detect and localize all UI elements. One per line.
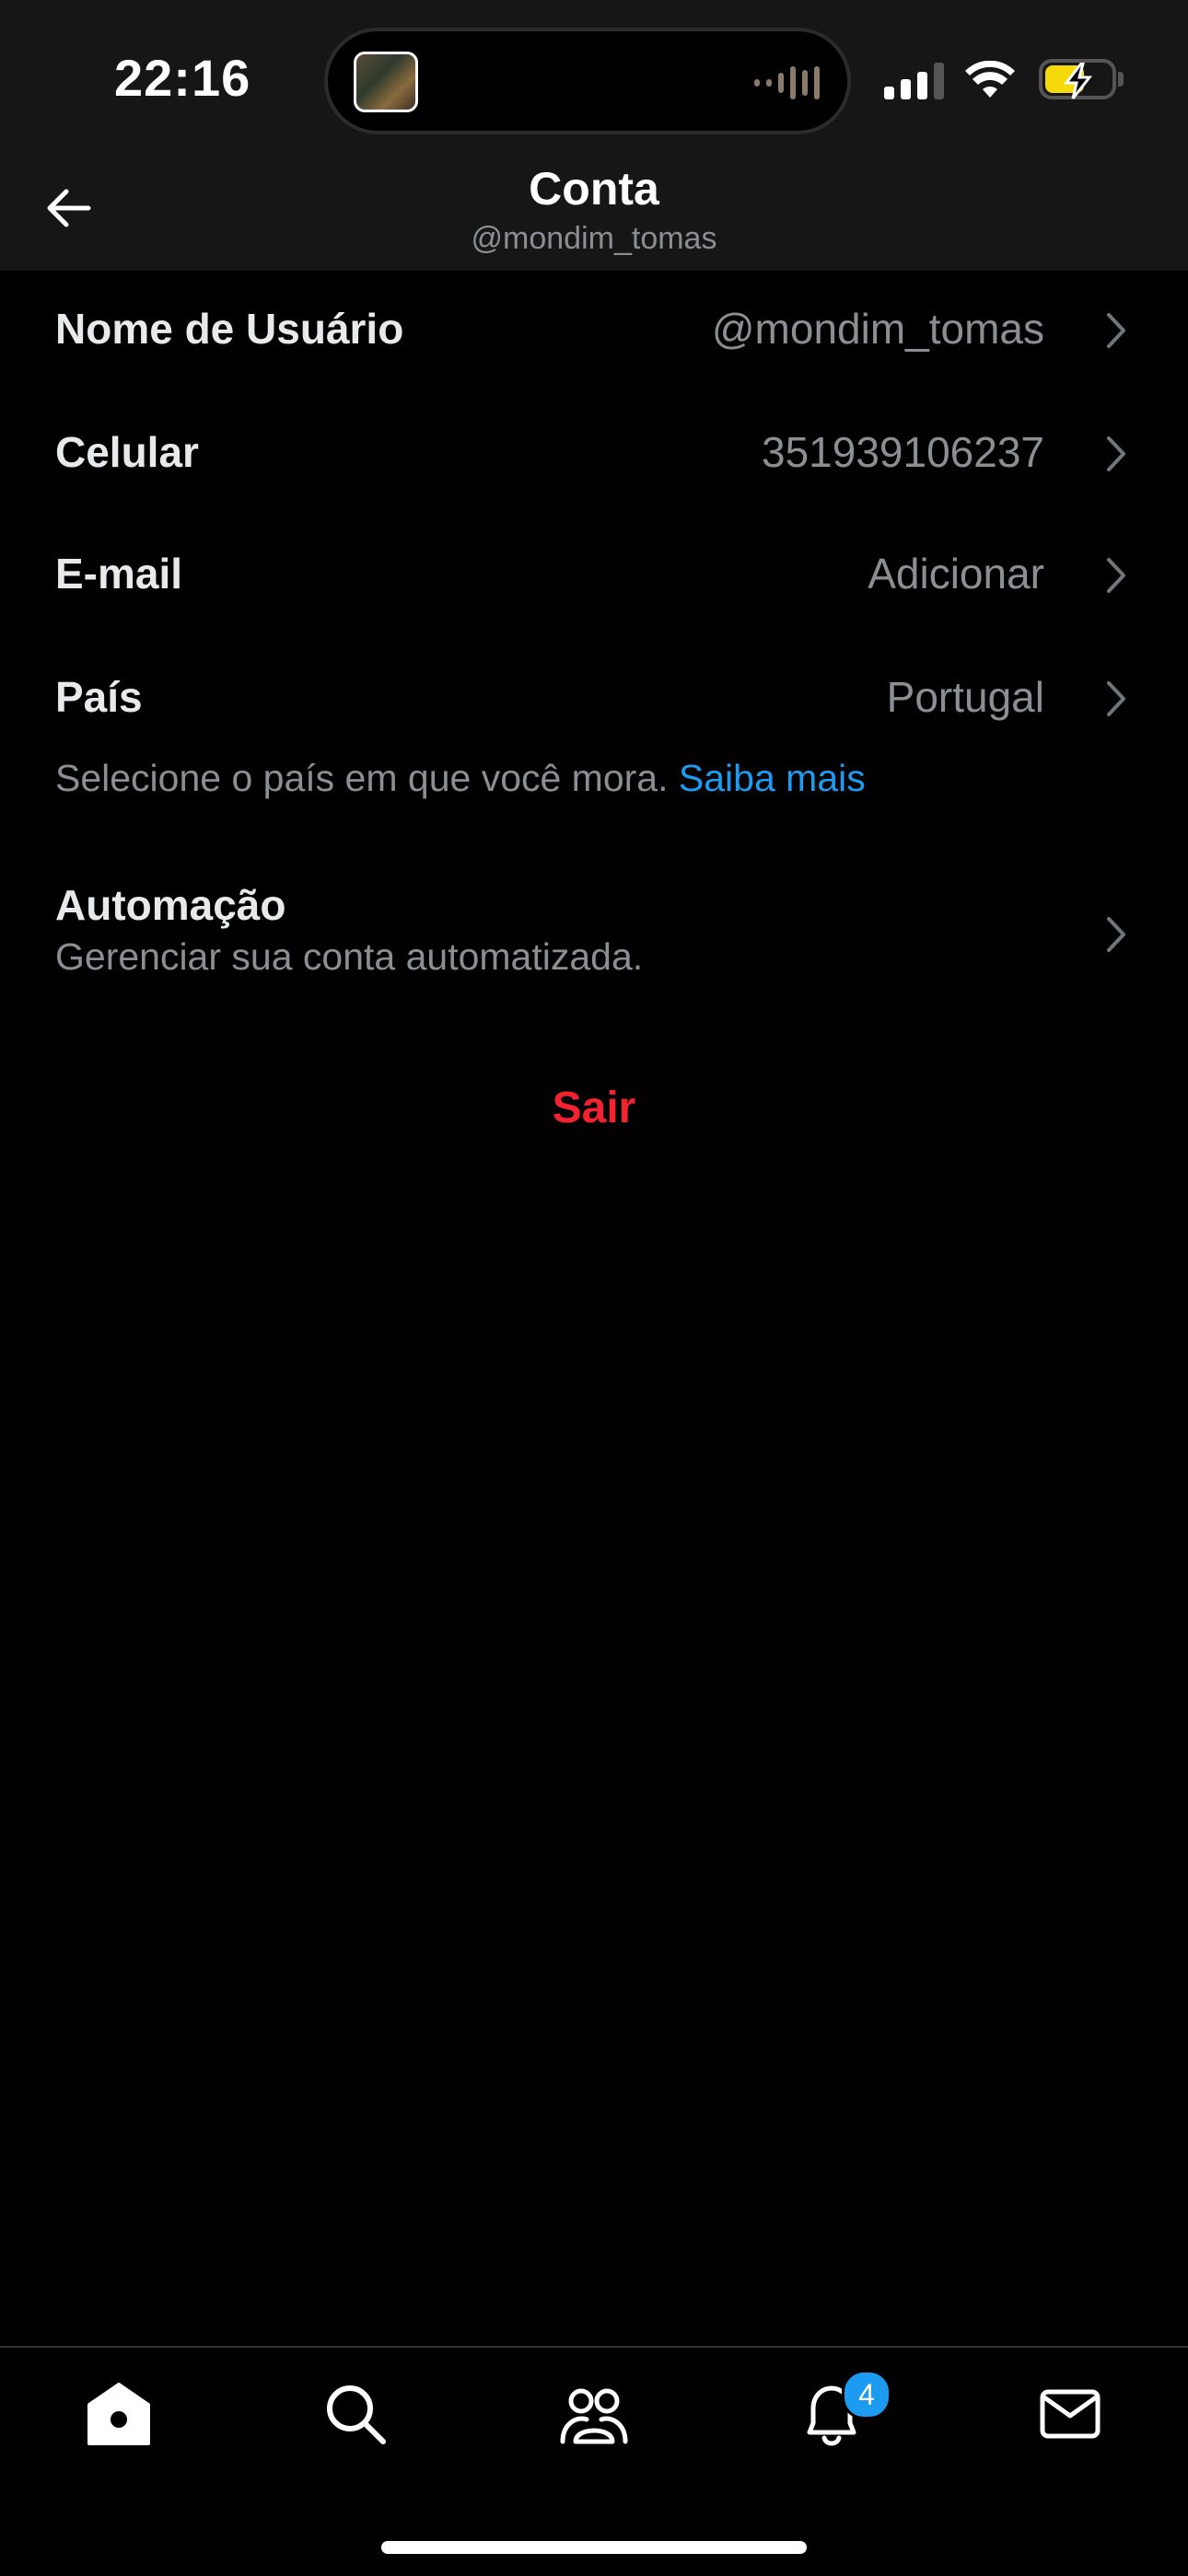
phone-row[interactable]: Celular 351939106237 [0, 398, 1188, 508]
battery-cap [1118, 72, 1124, 87]
audio-waveform-icon [754, 64, 820, 101]
country-description-text: Selecione o país em que você mora. [55, 757, 669, 799]
wifi-icon [965, 61, 1015, 98]
country-value: Portugal [886, 673, 1044, 721]
cellular-signal-icon [884, 63, 944, 99]
country-description: Selecione o país em que você mora. Saiba… [55, 757, 866, 800]
home-icon[interactable] [82, 2377, 156, 2451]
automation-label: Automação [55, 881, 286, 929]
battery-icon [1039, 59, 1116, 99]
chevron-right-icon [1107, 313, 1125, 348]
chevron-right-icon [1107, 558, 1125, 593]
username-value: @mondim_tomas [711, 305, 1044, 353]
page-title: Conta [529, 163, 659, 215]
username-row[interactable]: Nome de Usuário @mondim_tomas [0, 274, 1188, 385]
messages-icon[interactable] [1033, 2377, 1107, 2451]
logout-button[interactable]: Sair [0, 1083, 1188, 1133]
status-time: 22:16 [114, 49, 251, 107]
country-row[interactable]: País Portugal [0, 643, 1188, 753]
phone-value: 351939106237 [762, 428, 1044, 476]
email-row[interactable]: E-mail Adicionar [0, 519, 1188, 630]
now-playing-artwork [354, 52, 418, 112]
home-indicator[interactable] [381, 2541, 807, 2554]
search-icon[interactable] [319, 2377, 392, 2451]
automation-description: Gerenciar sua conta automatizada. [55, 935, 644, 978]
learn-more-link[interactable]: Saiba mais [679, 757, 866, 799]
email-value: Adicionar [868, 550, 1044, 598]
dynamic-island[interactable] [324, 28, 851, 134]
username-label: Nome de Usuário [55, 305, 404, 353]
page-subtitle: @mondim_tomas [471, 221, 717, 256]
notifications-badge: 4 [842, 2370, 891, 2419]
phone-label: Celular [55, 428, 199, 476]
chevron-right-icon [1107, 436, 1125, 471]
chevron-right-icon [1107, 681, 1125, 716]
country-label: País [55, 673, 143, 721]
chevron-right-icon [1107, 917, 1125, 952]
communities-icon[interactable] [557, 2377, 631, 2451]
charging-bolt-icon [1063, 63, 1093, 99]
email-label: E-mail [55, 550, 183, 598]
